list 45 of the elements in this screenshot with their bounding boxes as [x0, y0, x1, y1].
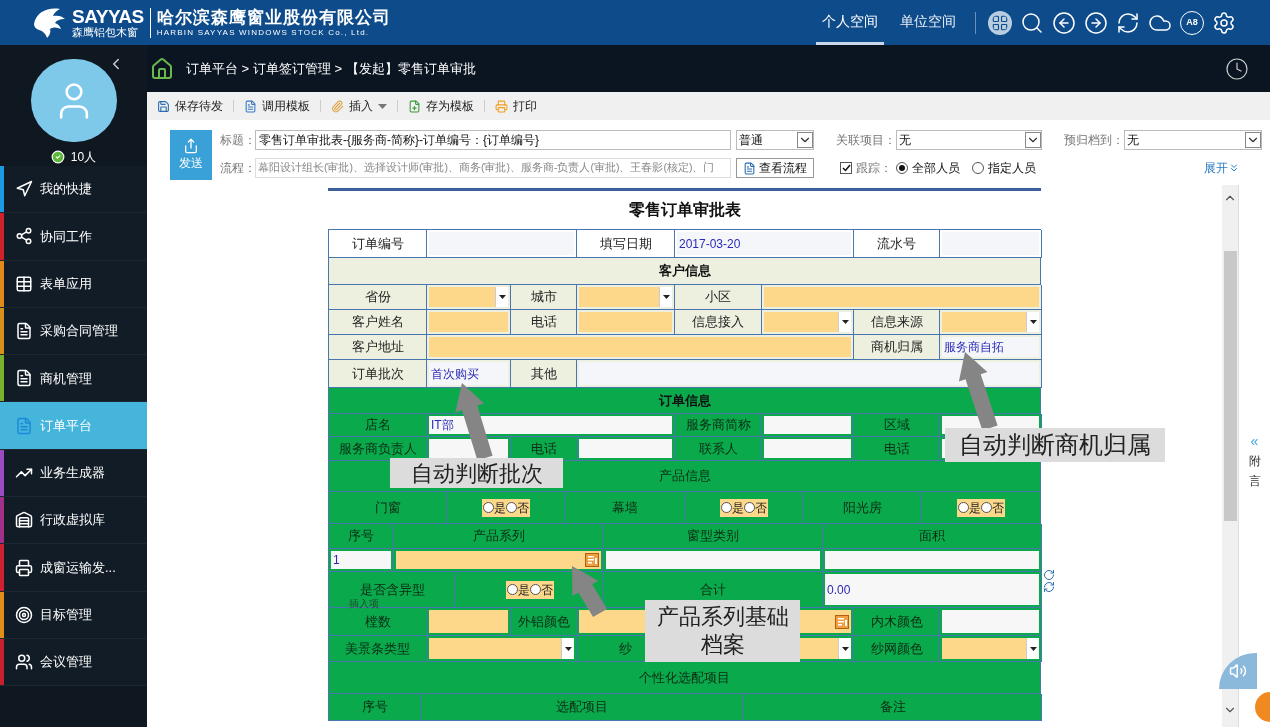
brand-name: SAYYAS — [72, 7, 144, 26]
field-label: 备注 — [744, 694, 1042, 721]
field-label: 服务商简称 — [675, 414, 762, 437]
field-label: 跟踪： — [856, 160, 892, 177]
field-label: 幕墙 — [566, 492, 685, 524]
field-label: 预归档到： — [1064, 132, 1124, 149]
field-label: 客户地址 — [329, 335, 427, 360]
annotation-tooltip: 产品系列基础档案 — [645, 600, 800, 662]
field-label: 阳光房 — [803, 492, 923, 524]
field-label: 序号 — [329, 524, 394, 549]
field-label: 电话 — [511, 310, 577, 335]
field-label: 内木颜色 — [854, 608, 940, 636]
field-label: 信息来源 — [854, 310, 940, 335]
brand-subtitle: 森鹰铝包木窗 — [72, 27, 139, 38]
field-label: 流程： — [220, 160, 255, 177]
field-label: 美景条类型 — [329, 636, 427, 662]
field-label: 樘数 — [329, 608, 427, 636]
field-label: 序号 — [329, 694, 421, 721]
field-label: 店名 — [329, 414, 427, 437]
field-label: 产品系列 — [394, 524, 604, 549]
field-label: 关联项目： — [836, 132, 896, 149]
field-label: 信息接入 — [675, 310, 762, 335]
field-label: 小区 — [675, 285, 762, 310]
company-english-name: HARBIN SAYYAS WINDOWS STOCK Co., Ltd. — [156, 28, 371, 37]
annotation-tooltip: 自动判断商机归属 — [945, 428, 1165, 462]
field-label: 纱网颜色 — [854, 636, 940, 662]
field-label: 标题： — [220, 132, 255, 149]
section-heading: 客户信息 — [329, 258, 1041, 285]
field-label: 选配项目 — [421, 694, 744, 721]
field-label: 联系人 — [675, 437, 762, 461]
field-label: 门窗 — [329, 492, 448, 524]
breadcrumb: 订单平台 > 订单签订管理 > 【发起】零售订单审批 — [186, 59, 476, 78]
company-name: 哈尔滨森鹰窗业股份有限公司 — [156, 8, 391, 26]
annotation-tooltip: 自动判断批次 — [390, 458, 563, 488]
field-label: 窗型类别 — [604, 524, 823, 549]
field-label: 客户姓名 — [329, 310, 427, 335]
field-label: 省份 — [329, 285, 427, 310]
form-title: 零售订单审批表 — [628, 200, 741, 220]
field-label: 外铝颜色 — [511, 608, 577, 636]
online-count: 10人 — [70, 149, 97, 166]
field-label: 面积 — [823, 524, 1042, 549]
field-label: 电话 — [854, 437, 940, 461]
field-label: 城市 — [511, 285, 577, 310]
field-label: 商机归属 — [854, 335, 940, 360]
field-label: 区域 — [854, 414, 940, 437]
